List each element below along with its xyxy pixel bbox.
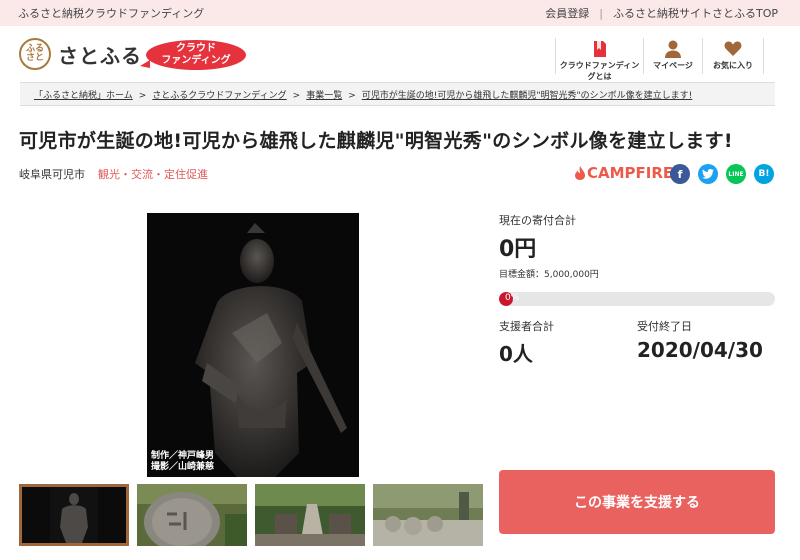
nav-about-crowdfunding[interactable]: クラウドファンディングとは (555, 38, 643, 81)
thumbnail-3[interactable] (255, 484, 365, 546)
breadcrumb-separator: > (138, 91, 147, 101)
badge-line-2: ファンディング (161, 55, 231, 66)
facebook-glyph: f (677, 167, 683, 181)
project-category[interactable]: 観光・交流・定住促進 (98, 166, 208, 182)
line-share-icon[interactable]: LINE (726, 164, 746, 184)
flame-icon (575, 166, 585, 180)
site-name[interactable]: ふるさと納税クラウドファンディング (18, 5, 204, 21)
nav-label: お気に入り (713, 61, 753, 70)
twitter-share-icon[interactable] (698, 164, 718, 184)
satofull-top-link[interactable]: ふるさと納税サイトさとふるTOP (613, 5, 778, 21)
credit-line-2: 撮影／山崎兼慈 (151, 462, 215, 472)
nav-label: クラウドファンディングとは (559, 61, 640, 81)
thumbnail-1[interactable] (19, 484, 129, 546)
total-value: 0円 (499, 237, 537, 262)
page-title: 可児市が生誕の地!可児から雄飛した麒麟児"明智光秀"のシンボル像を建立します! (19, 130, 733, 152)
badge-line-1: クラウド (176, 43, 216, 54)
total-label: 現在の寄付合計 (499, 214, 576, 227)
breadcrumb-separator: > (348, 91, 356, 101)
user-icon (644, 38, 702, 60)
crowdfunding-badge[interactable]: クラウド ファンディング (140, 40, 246, 70)
thumbnail-4[interactable] (373, 484, 483, 546)
breadcrumb-crowdfunding[interactable]: さとふるクラウドファンディング (152, 91, 286, 101)
deadline-label: 受付終了日 (637, 320, 692, 333)
progress-bar: 0% (499, 292, 775, 306)
deadline-value: 2020/04/30 (637, 338, 763, 362)
breadcrumb: 「ふるさと納税」ホーム > さとふるクラウドファンディング > 事業一覧 > 可児市が生誕の… (20, 82, 775, 106)
logo-text[interactable]: さとふる (58, 40, 142, 69)
hatena-glyph: B! (758, 169, 770, 179)
share-buttons: f LINE B! (670, 164, 774, 184)
breadcrumb-project-list[interactable]: 事業一覧 (306, 91, 342, 101)
statue-image (147, 213, 359, 477)
top-links: 会員登録 | ふるさと納税サイトさとふるTOP (545, 5, 778, 21)
campfire-logo[interactable]: CAMPFIRE (575, 164, 673, 182)
image-credit: 制作／神戸峰男 撮影／山崎兼慈 (151, 451, 214, 473)
header-nav: クラウドファンディングとは マイページ お気に入り (555, 38, 764, 81)
campfire-text: CAMPFIRE (587, 164, 674, 182)
breadcrumb-home[interactable]: 「ふるさと納税」ホーム (34, 91, 133, 101)
credit-line-1: 制作／神戸峰男 (151, 451, 215, 461)
supporters-label: 支援者合計 (499, 320, 554, 333)
goal-amount: 目標金額：5,000,000円 (499, 270, 599, 280)
supporters-value: 0人 (499, 342, 533, 366)
thumbnail-2[interactable] (137, 484, 247, 546)
breadcrumb-separator: > (292, 91, 301, 101)
logo-mark[interactable]: ふる さと (19, 38, 51, 70)
progress-percent: 0% (505, 293, 520, 303)
nav-favorites[interactable]: お気に入り (702, 38, 764, 74)
register-link[interactable]: 会員登録 (545, 5, 589, 21)
facebook-share-icon[interactable]: f (670, 164, 690, 184)
divider: | (599, 6, 603, 20)
hatena-share-icon[interactable]: B! (754, 164, 774, 184)
support-project-button[interactable]: この事業を支援する (499, 470, 775, 534)
top-bar: ふるさと納税クラウドファンディング 会員登録 | ふるさと納税サイトさとふるTO… (0, 0, 800, 26)
nav-mypage[interactable]: マイページ (643, 38, 702, 74)
heart-icon (703, 38, 763, 60)
nav-label: マイページ (653, 61, 693, 70)
line-glyph: LINE (728, 170, 744, 178)
book-icon (556, 38, 643, 60)
thumbnail-strip (19, 484, 483, 546)
main-project-image[interactable]: 制作／神戸峰男 撮影／山崎兼慈 (147, 213, 359, 477)
breadcrumb-current[interactable]: 可児市が生誕の地!可児から雄飛した麒麟児"明智光秀"のシンボル像を建立します! (362, 91, 693, 101)
project-location: 岐阜県可児市 (19, 168, 85, 181)
